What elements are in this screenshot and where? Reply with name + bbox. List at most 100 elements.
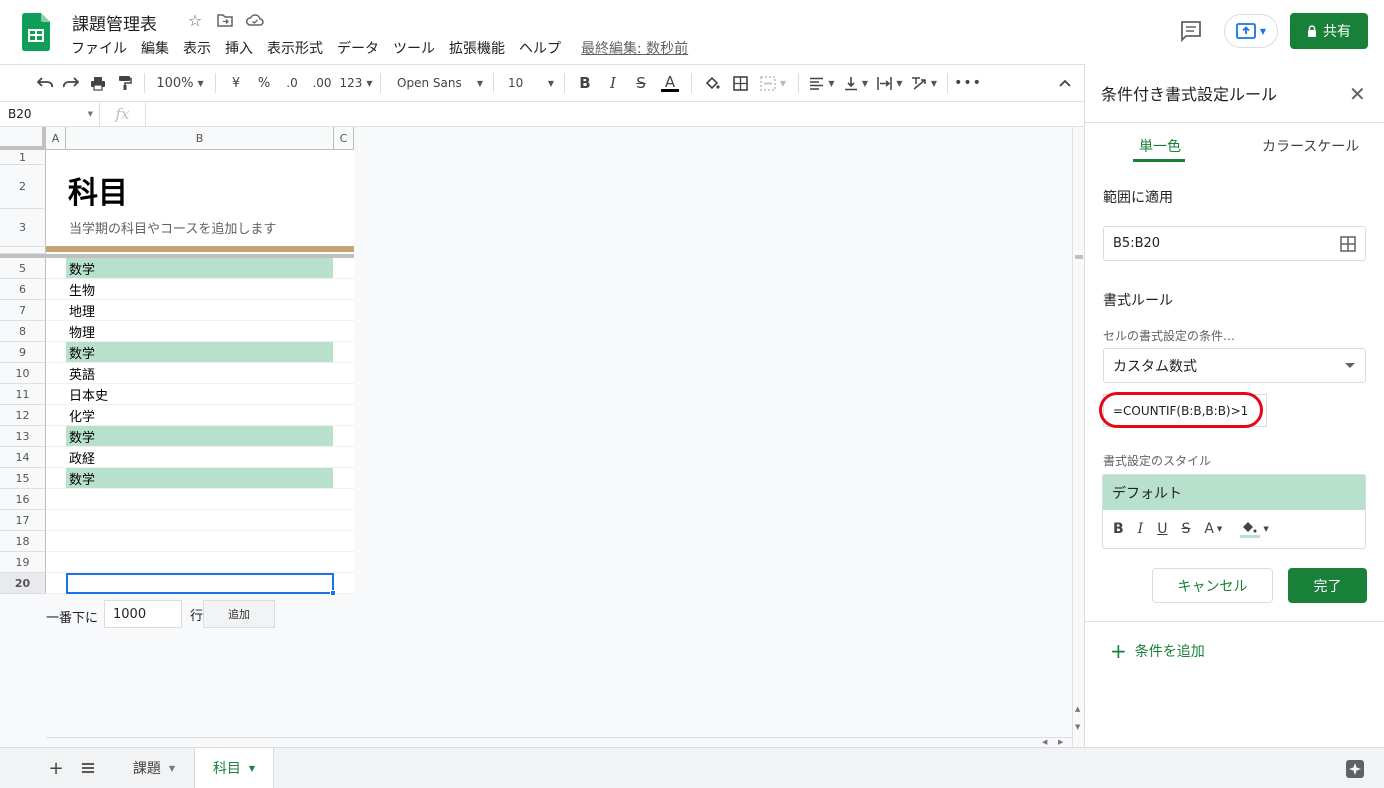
table-row[interactable] bbox=[46, 489, 354, 510]
more-options-icon[interactable]: ••• bbox=[954, 70, 982, 96]
row-header[interactable]: 19 bbox=[0, 552, 46, 573]
table-row[interactable] bbox=[46, 531, 354, 552]
collapse-menus-icon[interactable] bbox=[1054, 70, 1076, 96]
range-input[interactable]: B5:B20 bbox=[1103, 226, 1366, 261]
table-row[interactable]: 生物 bbox=[46, 279, 354, 300]
row-header[interactable]: 11 bbox=[0, 384, 46, 405]
table-row[interactable]: 数学 bbox=[46, 258, 354, 279]
style-bold-button[interactable]: B bbox=[1113, 521, 1124, 537]
sheet-tab-subjects[interactable]: 科目 ▼ bbox=[194, 748, 274, 788]
row-header[interactable]: 17 bbox=[0, 510, 46, 531]
row-header[interactable]: 7 bbox=[0, 300, 46, 321]
tab-color-scale[interactable]: カラースケール bbox=[1262, 136, 1359, 156]
explore-icon[interactable] bbox=[1346, 760, 1364, 778]
menu-file[interactable]: ファイル bbox=[71, 38, 127, 58]
menu-extensions[interactable]: 拡張機能 bbox=[449, 38, 505, 58]
row-header[interactable] bbox=[0, 247, 46, 254]
print-icon[interactable] bbox=[84, 70, 112, 96]
table-row[interactable]: 英語 bbox=[46, 363, 354, 384]
last-edit-link[interactable]: 最終編集: 数秒前 bbox=[581, 38, 688, 58]
table-row[interactable]: 地理 bbox=[46, 300, 354, 321]
sheets-logo-icon[interactable] bbox=[22, 13, 50, 51]
row-header[interactable]: 15 bbox=[0, 468, 46, 489]
increase-decimal-button[interactable]: .00 bbox=[306, 70, 338, 96]
share-button[interactable]: 共有 bbox=[1290, 13, 1368, 49]
column-header-c[interactable]: C bbox=[334, 127, 354, 150]
zoom-select[interactable]: 100% ▼ bbox=[151, 70, 209, 96]
row-header[interactable]: 5 bbox=[0, 258, 46, 279]
scroll-down-icon[interactable]: ▼ bbox=[1075, 723, 1080, 731]
decrease-decimal-button[interactable]: .0 bbox=[278, 70, 306, 96]
subject-cell[interactable]: 生物 bbox=[66, 279, 333, 299]
scroll-up-icon[interactable]: ▲ bbox=[1075, 705, 1080, 713]
scroll-right-icon[interactable]: ▶ bbox=[1058, 738, 1063, 746]
formula-input[interactable] bbox=[146, 102, 1084, 127]
name-box[interactable]: B20 ▼ bbox=[0, 101, 100, 127]
selected-cell-b20[interactable] bbox=[66, 573, 334, 594]
table-row[interactable]: 化学 bbox=[46, 405, 354, 426]
add-condition-button[interactable]: + 条件を追加 bbox=[1110, 641, 1205, 661]
subject-cell[interactable]: 化学 bbox=[66, 405, 333, 425]
horizontal-scrollbar[interactable]: ◀ ▶ bbox=[46, 737, 1072, 747]
subject-cell[interactable]: 数学 bbox=[66, 342, 333, 362]
present-button[interactable]: ▼ bbox=[1224, 14, 1278, 48]
menu-format[interactable]: 表示形式 bbox=[267, 38, 323, 58]
row-header[interactable]: 18 bbox=[0, 531, 46, 552]
close-icon[interactable]: ✕ bbox=[1349, 82, 1366, 106]
subject-cell[interactable]: 数学 bbox=[66, 258, 333, 278]
row-header[interactable]: 8 bbox=[0, 321, 46, 342]
redo-icon[interactable] bbox=[58, 70, 84, 96]
add-sheet-icon[interactable]: + bbox=[44, 748, 68, 788]
menu-view[interactable]: 表示 bbox=[183, 38, 211, 58]
row-header[interactable]: 12 bbox=[0, 405, 46, 426]
scrollbar-thumb[interactable] bbox=[1075, 255, 1083, 259]
column-header-a[interactable]: A bbox=[46, 127, 66, 150]
text-wrap-icon[interactable]: ▼ bbox=[873, 70, 907, 96]
table-row[interactable]: 数学 bbox=[46, 342, 354, 363]
subject-cell[interactable]: 物理 bbox=[66, 321, 333, 341]
subject-cell[interactable]: 数学 bbox=[66, 468, 333, 488]
merge-cells-icon[interactable]: ▼ bbox=[754, 70, 792, 96]
condition-select[interactable]: カスタム数式 bbox=[1103, 348, 1366, 383]
borders-icon[interactable] bbox=[726, 70, 754, 96]
menu-data[interactable]: データ bbox=[337, 38, 379, 58]
fill-handle[interactable] bbox=[330, 590, 336, 596]
table-row[interactable]: 物理 bbox=[46, 321, 354, 342]
row-header[interactable]: 1 bbox=[0, 150, 46, 165]
menu-tools[interactable]: ツール bbox=[393, 38, 435, 58]
star-icon[interactable]: ☆ bbox=[186, 11, 204, 30]
subject-cell[interactable]: 数学 bbox=[66, 426, 333, 446]
table-row[interactable] bbox=[46, 510, 354, 531]
row-header[interactable]: 14 bbox=[0, 447, 46, 468]
row-header[interactable]: 6 bbox=[0, 279, 46, 300]
italic-button[interactable]: I bbox=[599, 70, 627, 96]
add-rows-count-input[interactable]: 1000 bbox=[104, 600, 183, 628]
menu-insert[interactable]: 挿入 bbox=[225, 38, 253, 58]
cancel-button[interactable]: キャンセル bbox=[1152, 568, 1273, 603]
table-row[interactable]: 政経 bbox=[46, 447, 354, 468]
menu-help[interactable]: ヘルプ bbox=[519, 38, 561, 58]
row-header[interactable]: 2 bbox=[0, 165, 46, 209]
font-family-select[interactable]: Open Sans ▼ bbox=[387, 70, 487, 96]
subject-cell[interactable]: 政経 bbox=[66, 447, 333, 467]
column-header-b[interactable]: B bbox=[66, 127, 334, 150]
style-text-color-button[interactable]: A ▼ bbox=[1204, 521, 1222, 537]
more-formats-button[interactable]: 123 ▼ bbox=[338, 70, 374, 96]
comment-history-icon[interactable] bbox=[1180, 20, 1202, 43]
menu-edit[interactable]: 編集 bbox=[141, 38, 169, 58]
table-row[interactable] bbox=[46, 552, 354, 573]
style-underline-button[interactable]: U bbox=[1157, 521, 1167, 537]
cell-area[interactable]: 科目 当学期の科目やコースを追加します 数学 生物 地理 物理 数学 英語 日本… bbox=[46, 150, 354, 594]
style-italic-button[interactable]: I bbox=[1138, 521, 1144, 537]
row-header-selected[interactable]: 20 bbox=[0, 573, 46, 594]
horizontal-align-icon[interactable]: ▼ bbox=[805, 70, 839, 96]
paint-format-icon[interactable] bbox=[112, 70, 138, 96]
font-size-select[interactable]: 10 ▼ bbox=[500, 70, 558, 96]
table-row[interactable]: 数学 bbox=[46, 426, 354, 447]
select-all-corner[interactable] bbox=[0, 127, 46, 150]
tab-single-color[interactable]: 単一色 bbox=[1139, 136, 1181, 156]
move-folder-icon[interactable] bbox=[216, 11, 234, 29]
row-header[interactable]: 3 bbox=[0, 209, 46, 247]
all-sheets-icon[interactable] bbox=[76, 748, 100, 788]
row-header[interactable]: 9 bbox=[0, 342, 46, 363]
